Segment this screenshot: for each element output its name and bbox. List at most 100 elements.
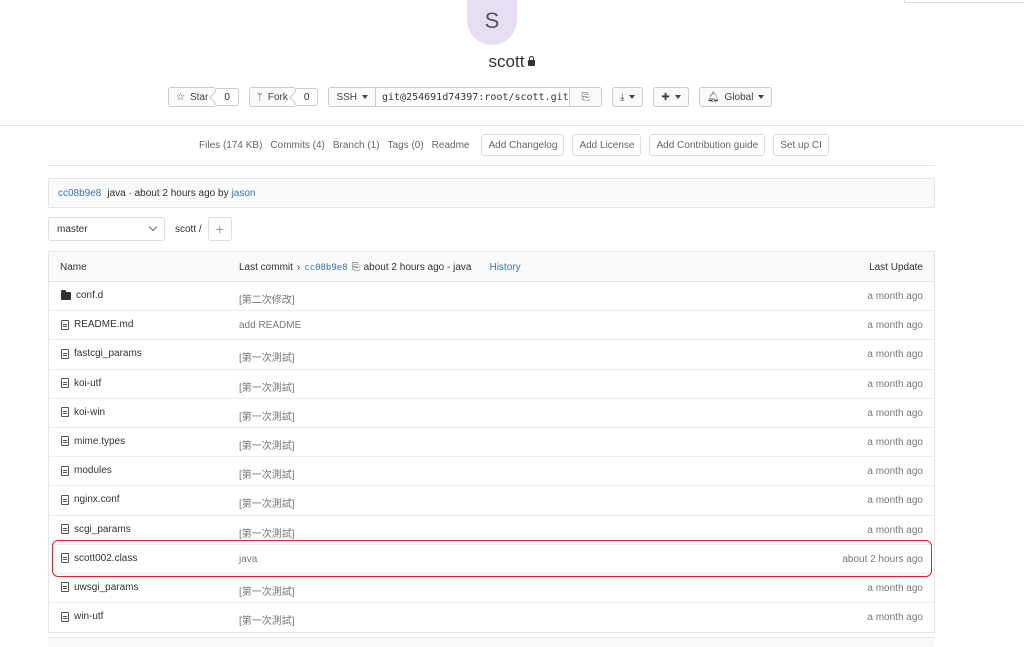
header-name: Name (60, 262, 87, 273)
caret-down-icon (362, 95, 368, 99)
table-row[interactable]: README.md add README a month ago (49, 311, 934, 341)
commit-message[interactable]: java (239, 554, 257, 565)
file-name[interactable]: nginx.conf (74, 494, 120, 505)
table-row[interactable]: modules [第一次測試] a month ago (49, 457, 934, 487)
commit-message[interactable]: [第一次測試] (239, 495, 295, 510)
file-name-cell[interactable]: fastcgi_params (61, 348, 142, 359)
dropdown-edge (904, 0, 1024, 3)
file-name-cell[interactable]: scgi_params (61, 524, 131, 535)
file-name-cell[interactable]: conf.d (61, 289, 103, 301)
stat-readme[interactable]: Readme (429, 140, 473, 151)
table-row[interactable]: scott002.class java about 2 hours ago (49, 545, 934, 574)
commit-message[interactable]: [第一次測試] (239, 379, 295, 394)
download-icon: ⤓ (620, 91, 625, 103)
clone-group: SSH git@254691d74397:root/scott.git ⎘ (328, 87, 602, 107)
table-row[interactable]: nginx.conf [第一次測試] a month ago (49, 486, 934, 516)
header-last-commit-label: Last commit (239, 262, 293, 273)
stat-files[interactable]: Files (174 KB) (196, 140, 265, 151)
table-footer (48, 637, 935, 647)
branch-name: master (57, 223, 88, 235)
notification-dropdown[interactable]: 🔔︎ Global (698, 87, 773, 107)
file-name[interactable]: koi-utf (74, 378, 101, 389)
protocol-label: SSH (336, 91, 357, 103)
fork-label: Fork (267, 91, 288, 103)
file-name-cell[interactable]: koi-win (61, 407, 105, 418)
commit-message[interactable]: [第一次測試] (239, 525, 295, 540)
add-changelog-button[interactable]: Add Changelog (481, 134, 565, 156)
branch-select[interactable]: master (48, 217, 165, 241)
file-icon (61, 553, 69, 564)
project-name[interactable]: scott (489, 52, 525, 71)
file-name-cell[interactable]: win-utf (61, 611, 103, 622)
file-icon (61, 319, 69, 330)
add-license-button[interactable]: Add License (572, 134, 642, 156)
caret-down-icon (674, 95, 681, 99)
file-name-cell[interactable]: koi-utf (61, 378, 101, 389)
table-row[interactable]: conf.d [第二次修改] a month ago (49, 282, 934, 312)
table-row[interactable]: scgi_params [第一次測試] a month ago (49, 516, 934, 545)
commit-message[interactable]: [第一次測試] (239, 408, 295, 423)
file-name-cell[interactable]: mime.types (61, 436, 125, 447)
file-name-cell[interactable]: nginx.conf (61, 494, 120, 505)
chevron-down-icon (148, 222, 158, 232)
last-update: a month ago (867, 349, 923, 361)
table-row[interactable]: win-utf [第一次測試] a month ago (49, 603, 934, 632)
file-name[interactable]: fastcgi_params (74, 348, 142, 359)
history-link[interactable]: History (489, 262, 520, 273)
last-update: a month ago (867, 495, 923, 507)
file-name[interactable]: koi-win (74, 407, 105, 418)
bell-icon: 🔔︎ (706, 91, 720, 103)
commit-author-link[interactable]: jason (232, 188, 256, 199)
file-name-cell[interactable]: modules (61, 465, 112, 476)
stat-branch[interactable]: Branch (1) (330, 140, 383, 151)
stat-tags[interactable]: Tags (0) (385, 140, 427, 151)
divider (0, 125, 1024, 126)
table-row[interactable]: koi-win [第一次測試] a month ago (49, 399, 934, 428)
last-update: a month ago (867, 320, 923, 332)
commit-message[interactable]: [第一次測試] (239, 466, 295, 481)
table-row[interactable]: uwsgi_params [第一次測試] a month ago (49, 574, 934, 604)
table-row[interactable]: fastcgi_params [第一次測試] a month ago (49, 340, 934, 370)
commit-sha-link[interactable]: cc08b9e8 (58, 188, 101, 199)
file-name[interactable]: scgi_params (74, 524, 131, 535)
header-commit-sha[interactable]: cc08b9e8 (304, 263, 347, 273)
fork-count[interactable]: 0 (295, 88, 319, 106)
commit-message[interactable]: [第一次測試] (239, 349, 295, 364)
caret-down-icon (758, 95, 765, 99)
file-name[interactable]: scott002.class (74, 553, 137, 564)
file-name[interactable]: README.md (74, 319, 133, 330)
new-dropdown[interactable]: ✚ (653, 87, 689, 107)
commit-message[interactable]: [第一次測試] (239, 612, 295, 627)
breadcrumb-root[interactable]: scott (175, 224, 196, 235)
star-label: Star (189, 91, 209, 103)
last-update: a month ago (867, 407, 923, 419)
file-name[interactable]: uwsgi_params (74, 582, 138, 593)
last-update: a month ago (867, 291, 923, 302)
file-name-cell[interactable]: README.md (61, 319, 133, 330)
file-name[interactable]: modules (74, 465, 112, 476)
commit-message[interactable]: add README (239, 320, 301, 331)
file-name[interactable]: mime.types (74, 436, 125, 447)
fork-icon: ᛘ (256, 91, 263, 103)
download-dropdown[interactable]: ⤓ (612, 87, 644, 107)
file-name[interactable]: conf.d (76, 290, 103, 301)
clone-url-input[interactable]: git@254691d74397:root/scott.git (376, 87, 570, 107)
copy-url-button[interactable]: ⎘ (570, 87, 602, 107)
clipboard-icon[interactable]: ⎘ (352, 262, 360, 273)
stat-commits[interactable]: Commits (4) (267, 140, 327, 151)
breadcrumb-separator: / (198, 223, 202, 235)
setup-ci-button[interactable]: Set up CI (773, 134, 829, 156)
protocol-dropdown[interactable]: SSH (328, 87, 376, 107)
add-to-tree-button[interactable]: + (207, 217, 232, 241)
file-name-cell[interactable]: scott002.class (61, 553, 137, 564)
add-contribution-button[interactable]: Add Contribution guide (649, 134, 766, 156)
commit-message[interactable]: [第一次測試] (239, 583, 295, 598)
file-name-cell[interactable]: uwsgi_params (61, 582, 138, 593)
table-header: Name Last commit › cc08b9e8 ⎘ about 2 ho… (49, 252, 934, 282)
commit-message[interactable]: [第一次測試] (239, 437, 295, 452)
file-name[interactable]: win-utf (74, 611, 103, 622)
commit-message[interactable]: [第二次修改] (239, 291, 295, 306)
table-row[interactable]: koi-utf [第一次測試] a month ago (49, 370, 934, 399)
table-row[interactable]: mime.types [第一次測試] a month ago (49, 428, 934, 458)
star-count[interactable]: 0 (216, 88, 239, 106)
